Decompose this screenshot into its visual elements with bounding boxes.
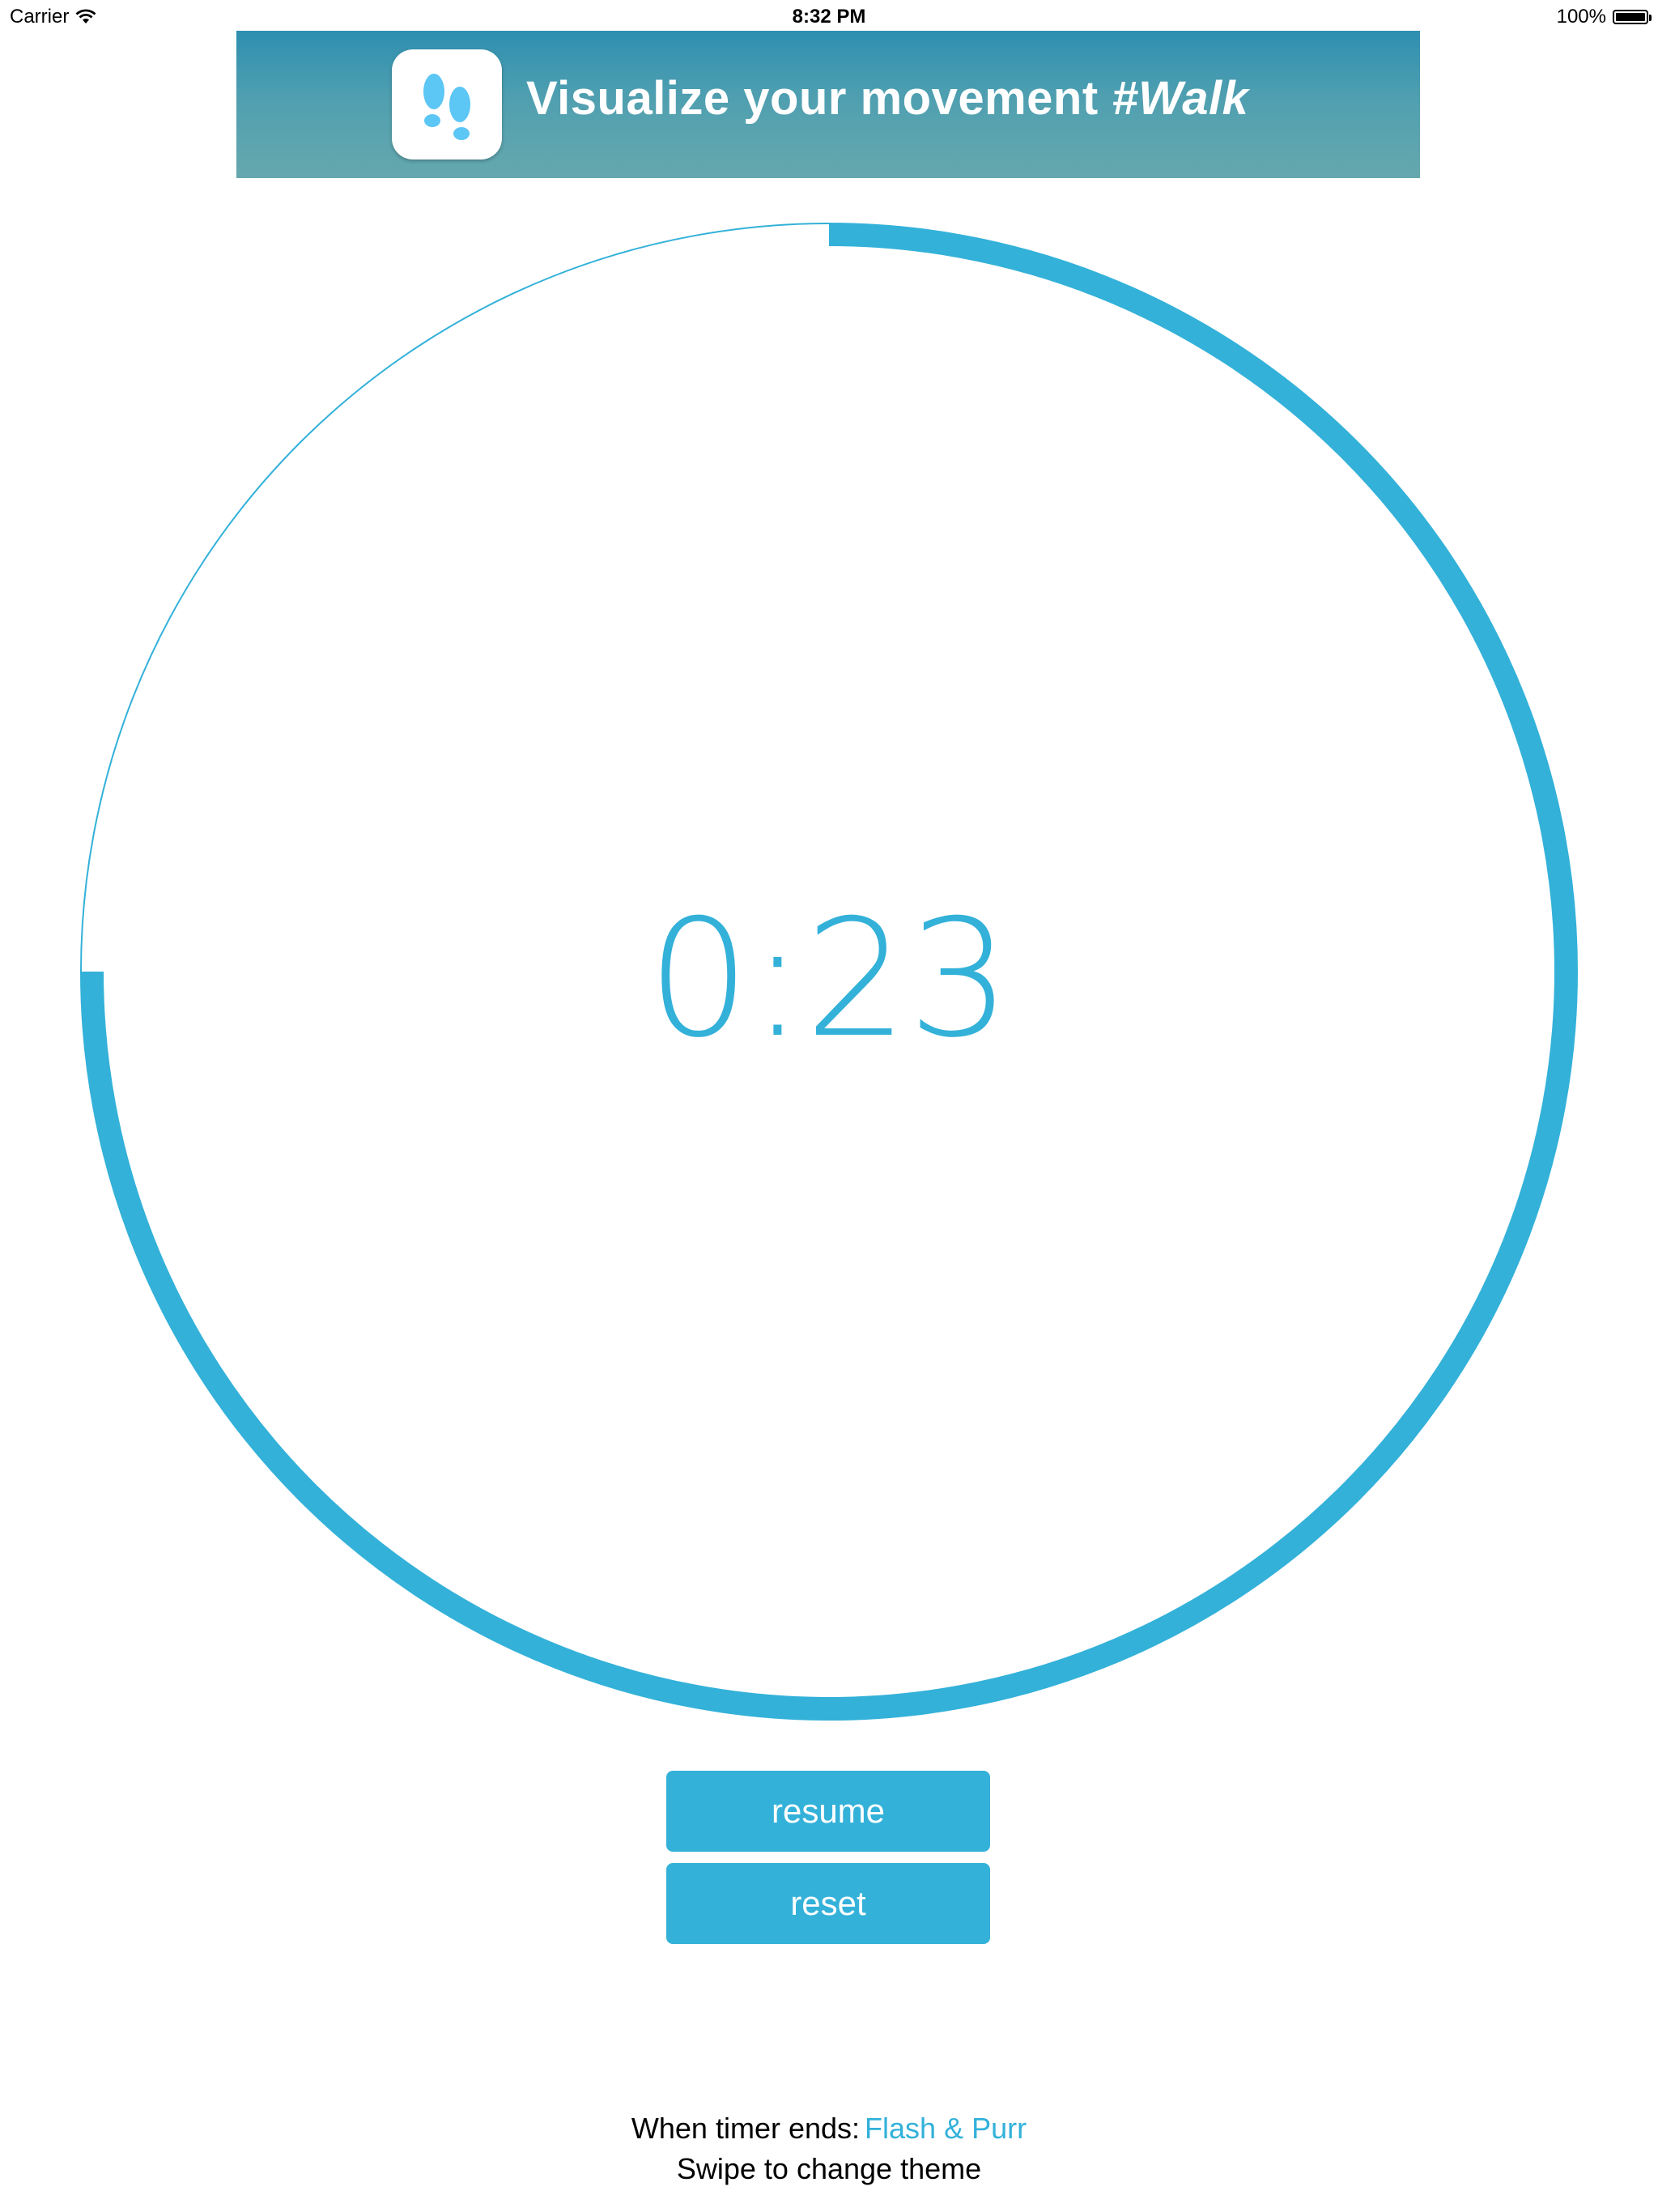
resume-button[interactable]: resume [666,1771,990,1852]
timer-display: 0:23 [647,885,1011,1074]
reset-button[interactable]: reset [666,1863,990,1944]
timer-end-setting[interactable]: When timer ends: Flash & Purr [0,2112,1658,2146]
theme-hint: Swipe to change theme [676,2152,982,2185]
timer-end-label: When timer ends: [631,2112,861,2145]
timer-screen: Carrier 8:32 PM 100% Visualize your move… [0,0,1658,2212]
timer-end-value[interactable]: Flash & Purr [865,2112,1027,2145]
